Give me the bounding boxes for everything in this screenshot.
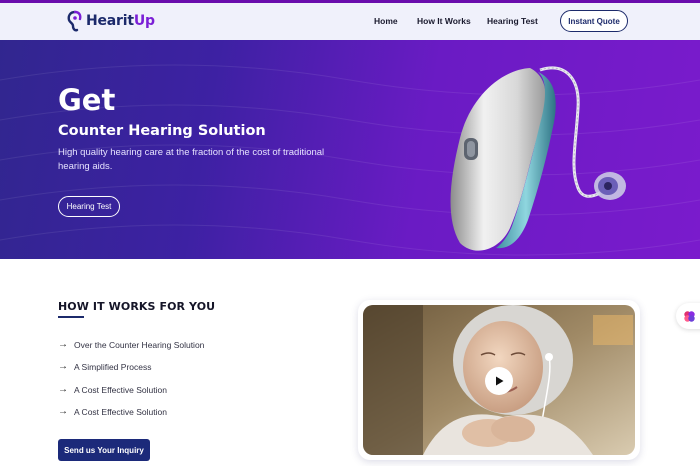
how-it-works-title: HOW IT WORKS FOR YOU (58, 300, 216, 313)
feature-text: A Cost Effective Solution (74, 384, 167, 395)
send-inquiry-button[interactable]: Send us Your Inquiry (58, 439, 150, 461)
feature-text: A Simplified Process (74, 361, 152, 372)
feature-item: → A Cost Effective Solution (58, 406, 167, 417)
logo[interactable]: HearitUp (66, 10, 155, 32)
nav-home[interactable]: Home (374, 16, 398, 26)
arrow-right-icon: → (58, 384, 68, 395)
arrow-right-icon: → (58, 339, 68, 350)
site-header: HearitUp Home How It Works Hearing Test … (0, 3, 700, 40)
brain-icon (684, 310, 695, 322)
arrow-right-icon: → (58, 406, 68, 417)
play-button[interactable] (485, 367, 513, 395)
hero-subtitle: Counter Hearing Solution (58, 123, 266, 139)
hero-description: High quality hearing care at the fractio… (58, 147, 325, 172)
feature-text: Over the Counter Hearing Solution (74, 339, 205, 350)
feature-text: A Cost Effective Solution (74, 406, 167, 417)
hearing-aid-image (450, 66, 626, 251)
nav-hearing-test[interactable]: Hearing Test (487, 16, 538, 26)
logo-text: HearitUp (86, 13, 155, 29)
feature-item: → A Cost Effective Solution (58, 384, 167, 395)
hero-hearing-test-button[interactable]: Hearing Test (58, 196, 120, 217)
hero-title: Get (58, 83, 116, 117)
feature-item: → A Simplified Process (58, 361, 151, 372)
floating-widget[interactable] (676, 303, 700, 329)
arrow-right-icon: → (58, 361, 68, 372)
nav-how-it-works[interactable]: How It Works (417, 16, 471, 26)
title-underline (58, 316, 84, 318)
ear-logo-icon (66, 10, 84, 32)
hero-banner: Get Counter Hearing Solution High qualit… (0, 40, 700, 259)
instant-quote-button[interactable]: Instant Quote (560, 10, 628, 32)
feature-item: → Over the Counter Hearing Solution (58, 339, 204, 350)
play-icon (496, 376, 504, 386)
